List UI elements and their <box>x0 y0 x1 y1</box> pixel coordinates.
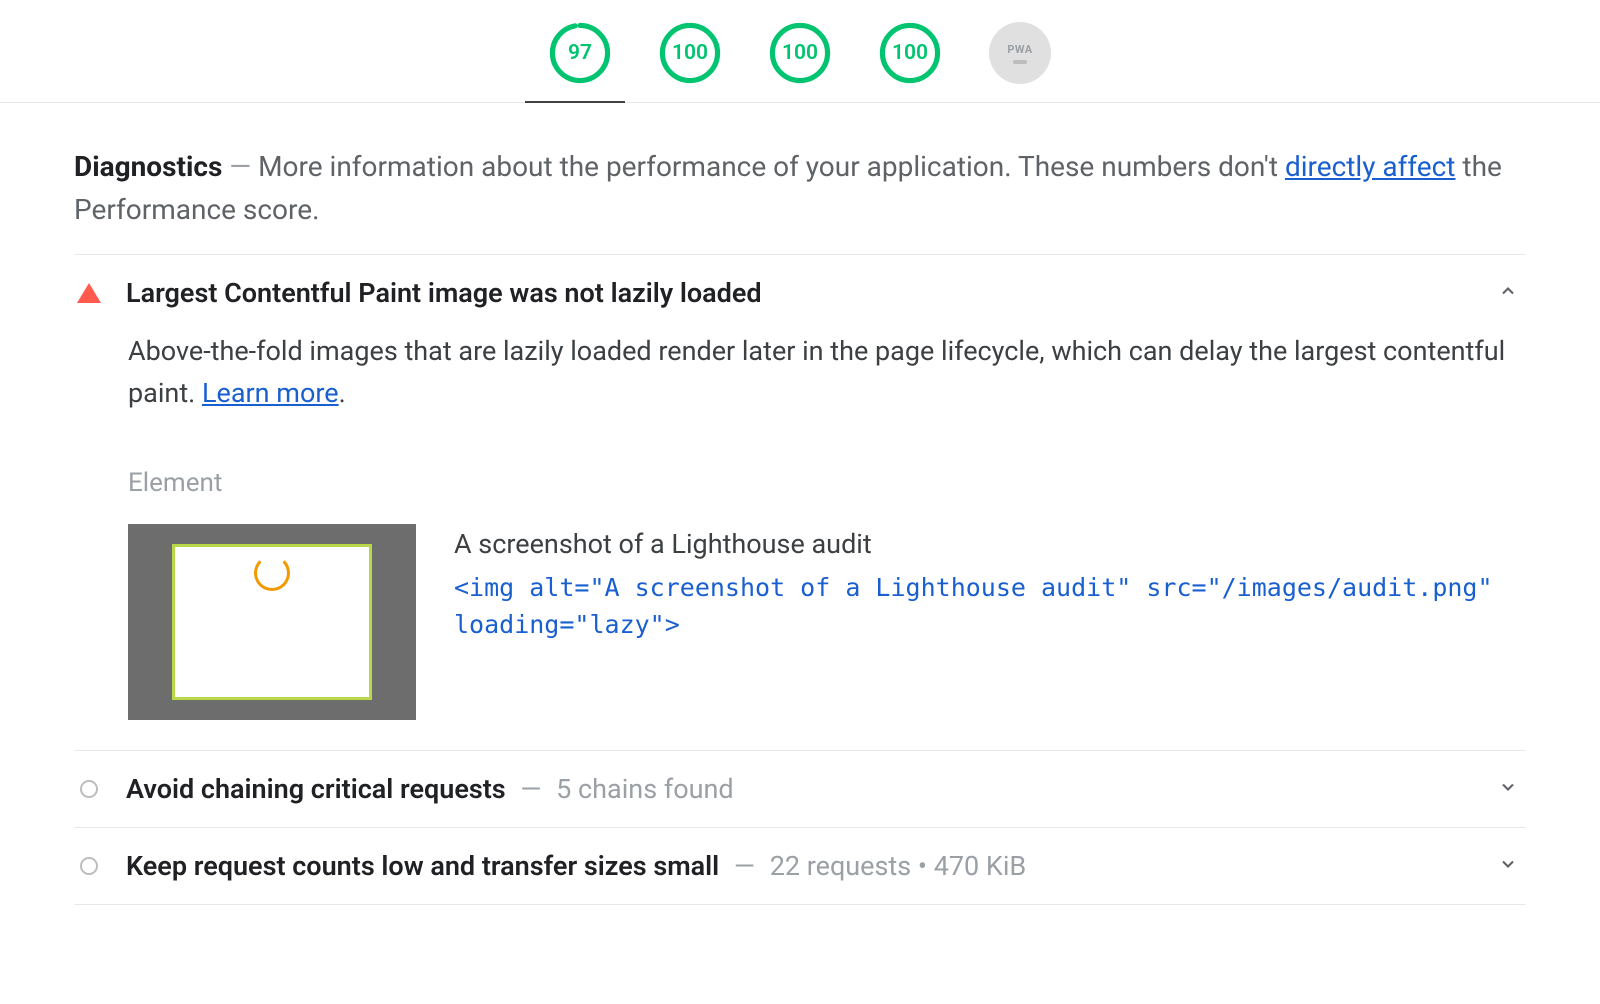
diagnostics-desc-prefix: More information about the performance o… <box>258 150 1285 183</box>
audit-toggle[interactable]: Avoid chaining critical requests — 5 cha… <box>74 751 1526 827</box>
audit-toggle[interactable]: Largest Contentful Paint image was not l… <box>74 255 1526 331</box>
diagnostics-header: Diagnostics — More information about the… <box>74 145 1526 255</box>
element-text: A screenshot of a Lighthouse audit <img … <box>454 524 1518 644</box>
element-row: A screenshot of a Lighthouse audit <img … <box>128 524 1518 720</box>
element-label: Element <box>128 468 1518 498</box>
audit-toggle[interactable]: Keep request counts low and transfer siz… <box>74 828 1526 904</box>
audit-request-counts: Keep request counts low and transfer siz… <box>74 828 1526 905</box>
gauge-accessibility-value: 100 <box>659 22 721 84</box>
chevron-down-icon <box>1498 854 1518 878</box>
thumbnail-preview <box>172 544 372 700</box>
chevron-up-icon <box>1498 281 1518 305</box>
gauge-pwa[interactable]: PWA <box>989 22 1051 84</box>
element-caption: A screenshot of a Lighthouse audit <box>454 524 1518 565</box>
audit-chaining-requests: Avoid chaining critical requests — 5 cha… <box>74 751 1526 828</box>
gauge-best-practices-value: 100 <box>769 22 831 84</box>
dash-separator: — <box>229 150 258 183</box>
element-code-snippet: <img alt="A screenshot of a Lighthouse a… <box>454 569 1518 644</box>
diagnostics-section: Diagnostics — More information about the… <box>0 103 1600 905</box>
audit-lcp-lazy: Largest Contentful Paint image was not l… <box>74 255 1526 752</box>
learn-more-link[interactable]: Learn more <box>202 377 339 409</box>
directly-affect-link[interactable]: directly affect <box>1285 150 1456 183</box>
gauge-performance-value: 97 <box>549 22 611 84</box>
gauge-seo[interactable]: 100 <box>879 22 941 84</box>
circle-neutral-icon <box>80 780 98 798</box>
audit-subtitle: 5 chains found <box>556 773 733 805</box>
audit-description: Above-the-fold images that are lazily lo… <box>128 331 1518 415</box>
audit-title: Keep request counts low and transfer siz… <box>126 850 1026 882</box>
pwa-bar-icon <box>1013 60 1027 64</box>
audit-title: Avoid chaining critical requests — 5 cha… <box>126 773 734 805</box>
audit-title: Largest Contentful Paint image was not l… <box>126 277 762 309</box>
active-tab-underline <box>525 101 625 103</box>
pwa-label: PWA <box>1007 43 1032 56</box>
diagnostics-title: Diagnostics <box>74 150 222 183</box>
gauge-accessibility[interactable]: 100 <box>659 22 721 84</box>
score-gauges-bar: 97 100 100 100 PWA <box>0 0 1600 103</box>
chevron-down-icon <box>1498 777 1518 801</box>
element-thumbnail[interactable] <box>128 524 416 720</box>
gauge-seo-value: 100 <box>879 22 941 84</box>
audit-subtitle: 22 requests • 470 KiB <box>770 850 1027 882</box>
audit-body: Above-the-fold images that are lazily lo… <box>74 331 1526 751</box>
gauge-best-practices[interactable]: 100 <box>769 22 831 84</box>
circle-neutral-icon <box>80 857 98 875</box>
gauge-performance[interactable]: 97 <box>549 22 611 84</box>
triangle-warn-icon <box>77 283 101 303</box>
